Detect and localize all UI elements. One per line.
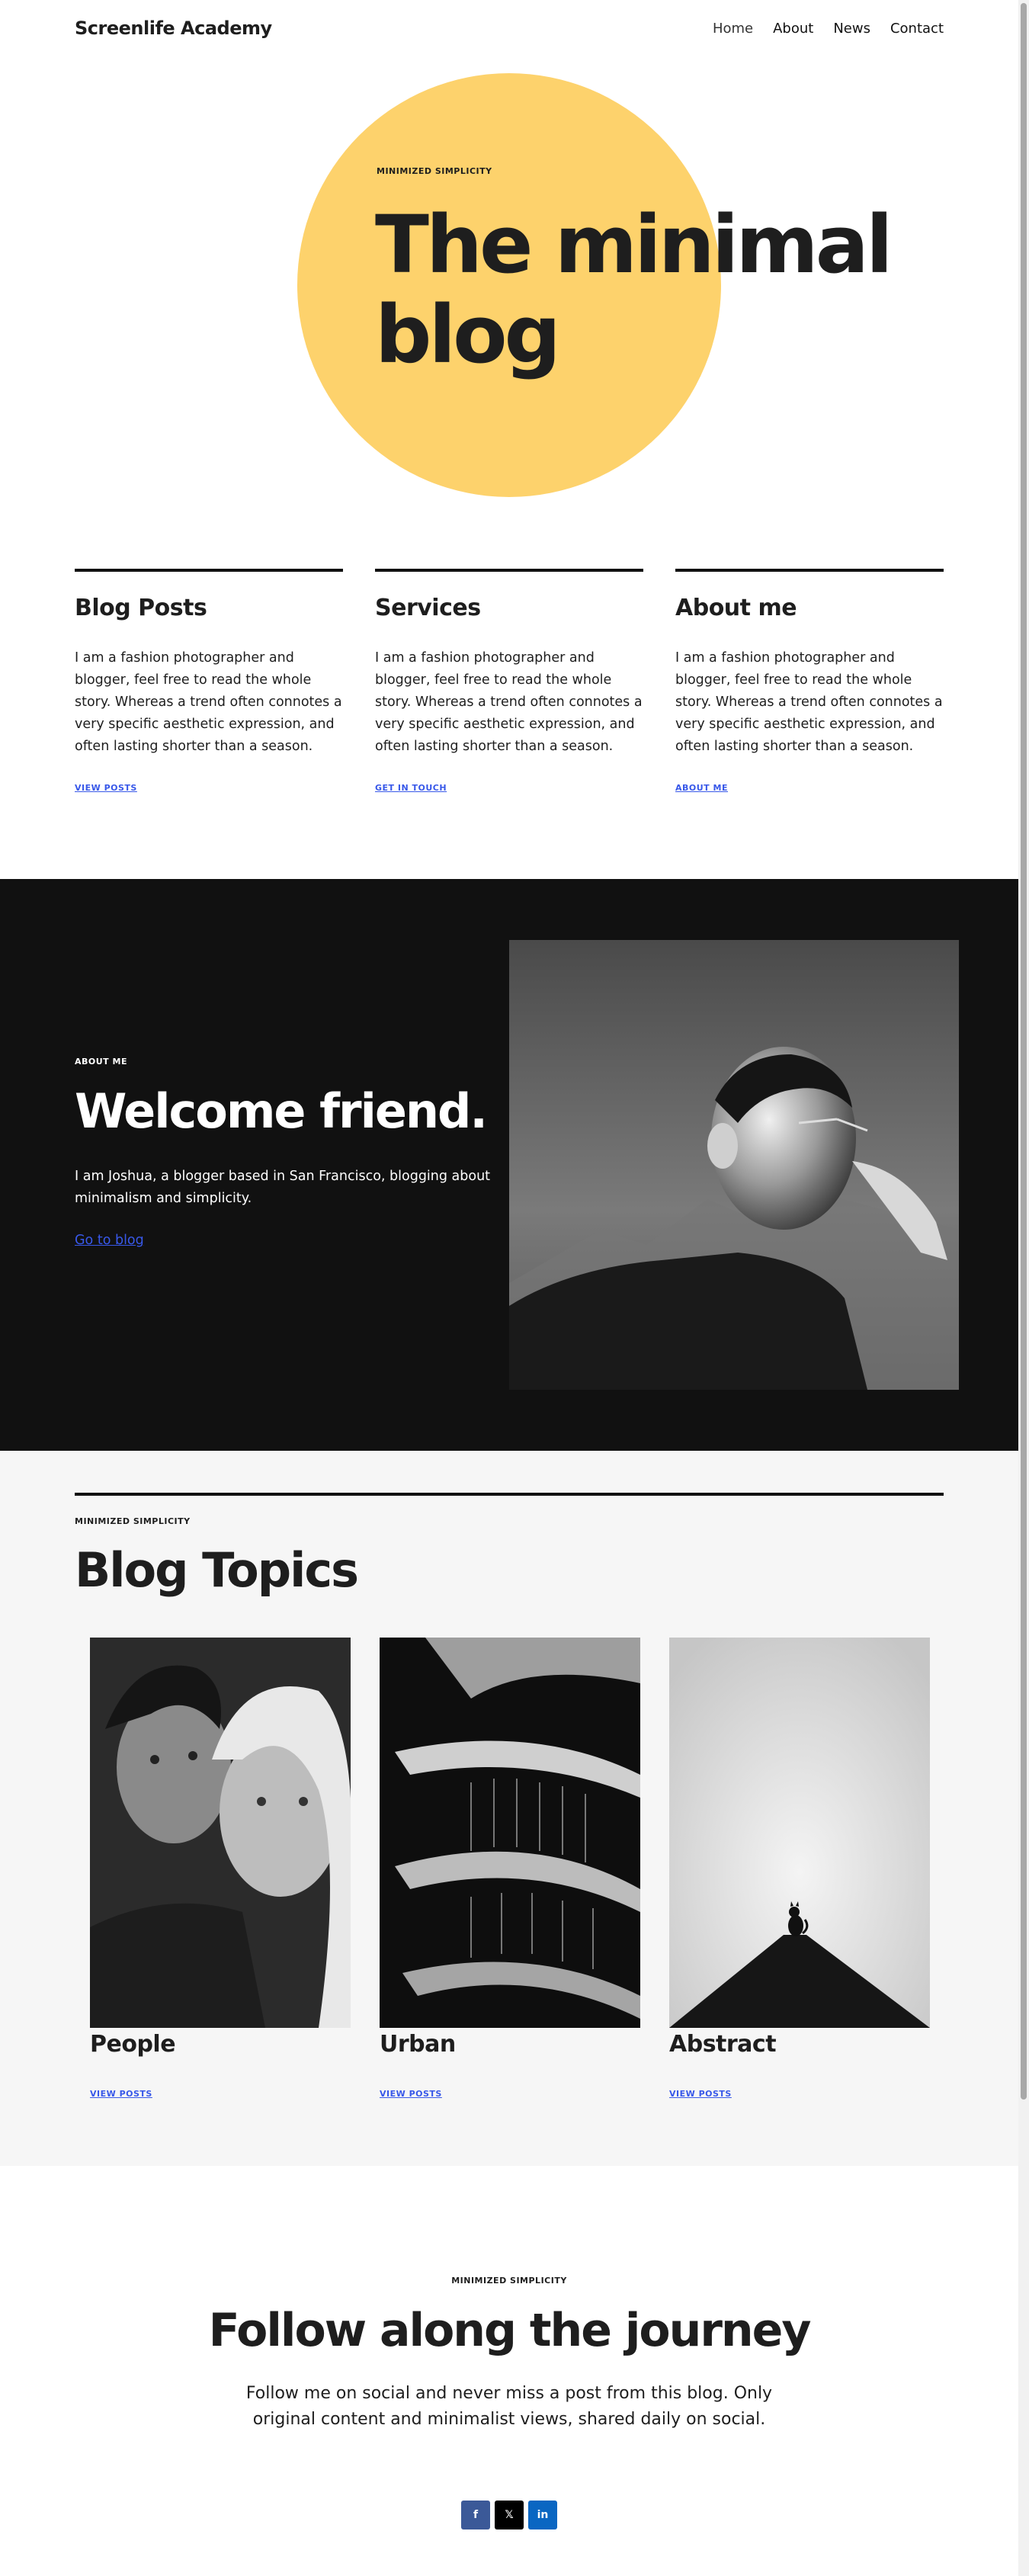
nav-about[interactable]: About [773,21,813,37]
feature-columns: Blog Posts I am a fashion photographer a… [75,569,944,794]
column-text: I am a fashion photographer and blogger,… [375,650,643,754]
facebook-icon[interactable]: f [461,2501,490,2529]
topic-card-urban: Urban VIEW POSTS [380,1638,640,2099]
topic-title[interactable]: People [90,2031,351,2058]
main-nav: Home About News Contact [713,21,944,37]
topics-title: Blog Topics [75,1542,359,1598]
follow-eyebrow: MINIMIZED SIMPLICITY [451,2276,567,2286]
social-links: f 𝕏 in [0,2501,1018,2529]
about-title: Welcome friend. [75,1083,488,1139]
go-to-blog-link[interactable]: Go to blog [75,1233,144,1248]
topic-view-posts-link[interactable]: VIEW POSTS [90,2089,152,2099]
site-header: Screenlife Academy Home About News Conta… [75,17,944,40]
about-section: ABOUT ME Welcome friend. I am Joshua, a … [0,879,1018,1451]
column-about-me: About me I am a fashion photographer and… [675,569,944,794]
about-me-link[interactable]: ABOUT ME [675,783,728,793]
site-title[interactable]: Screenlife Academy [75,18,272,39]
hero-eyebrow: MINIMIZED SIMPLICITY [377,166,492,176]
column-title: Services [375,595,481,621]
hero-title-line2: blog [375,288,561,381]
blog-topics-section: MINIMIZED SIMPLICITY Blog Topics People … [0,1451,1018,2166]
column-text: I am a fashion photographer and blogger,… [675,650,943,754]
topic-image-urban[interactable] [380,1638,640,2028]
get-in-touch-link[interactable]: GET IN TOUCH [375,783,447,793]
page-scrollbar[interactable] [1018,0,1029,2576]
topic-card-people: People VIEW POSTS [90,1638,351,2099]
hero-title: The minimal blog [375,200,970,380]
column-blog-posts: Blog Posts I am a fashion photographer a… [75,569,343,794]
view-posts-link[interactable]: VIEW POSTS [75,783,137,793]
topic-card-abstract: Abstract VIEW POSTS [669,1638,930,2099]
linkedin-icon[interactable]: in [528,2501,557,2529]
topics-divider [75,1493,944,1496]
about-text: I am Joshua, a blogger based in San Fran… [75,1169,491,1206]
column-services: Services I am a fashion photographer and… [375,569,643,794]
topic-view-posts-link[interactable]: VIEW POSTS [380,2089,442,2099]
follow-title: Follow along the journey [208,2304,812,2357]
hero-title-line1: The minimal [375,198,893,291]
topic-title[interactable]: Urban [380,2031,640,2058]
topics-eyebrow: MINIMIZED SIMPLICITY [75,1516,191,1526]
topic-title[interactable]: Abstract [669,2031,930,2058]
scrollbar-thumb[interactable] [1021,3,1027,2100]
topic-view-posts-link[interactable]: VIEW POSTS [669,2089,732,2099]
column-text: I am a fashion photographer and blogger,… [75,650,342,754]
column-title: Blog Posts [75,595,207,621]
follow-text: Follow me on social and never miss a pos… [245,2384,773,2429]
topic-image-abstract[interactable] [669,1638,930,2028]
x-icon[interactable]: 𝕏 [495,2501,524,2529]
portrait-photo [509,940,959,1390]
nav-news[interactable]: News [833,21,870,37]
topic-image-people[interactable] [90,1638,351,2028]
nav-contact[interactable]: Contact [890,21,944,37]
nav-home[interactable]: Home [713,21,753,37]
column-title: About me [675,595,797,621]
about-eyebrow: ABOUT ME [75,1057,127,1067]
